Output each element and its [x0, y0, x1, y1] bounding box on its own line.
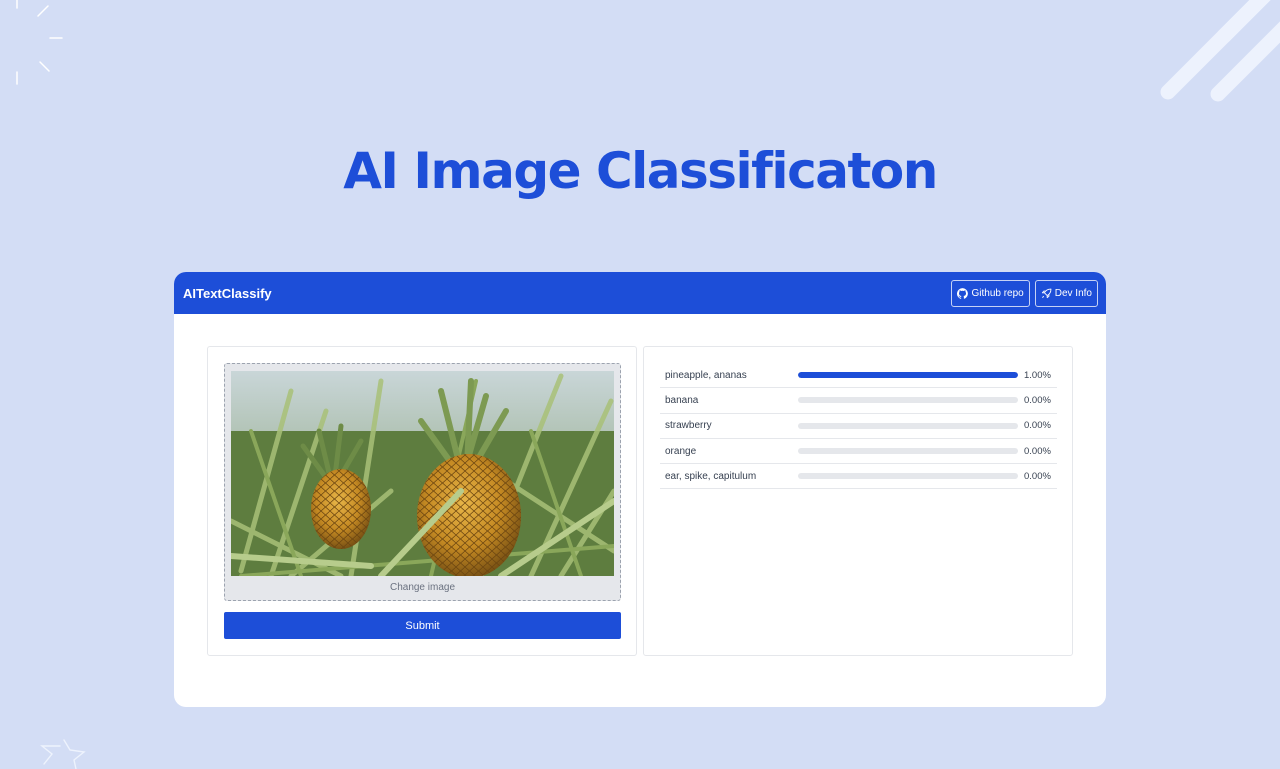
probability-bar	[798, 473, 1018, 480]
rocket-icon	[1041, 288, 1052, 298]
result-value: 0.00%	[1024, 445, 1051, 457]
result-value: 1.00%	[1024, 369, 1051, 381]
star-decoration-icon	[40, 739, 86, 769]
github-repo-button[interactable]: Github repo	[951, 279, 1030, 307]
result-value: 0.00%	[1024, 420, 1051, 432]
app-window: AITextClassify Github repo Dev Info Chan…	[174, 272, 1106, 707]
dev-info-label: Dev Info	[1054, 287, 1092, 299]
result-label: ear, spike, capitulum	[665, 470, 757, 482]
result-label: pineapple, ananas	[665, 369, 747, 381]
result-row: ear, spike, capitulum 0.00%	[660, 464, 1057, 490]
result-row: pineapple, ananas 1.00%	[660, 363, 1057, 389]
dev-info-button[interactable]: Dev Info	[1034, 279, 1098, 307]
results-panel: pineapple, ananas 1.00% banana 0.00% str…	[643, 346, 1073, 656]
hero-title: AI Image Classificaton	[343, 142, 938, 200]
app-header: AITextClassify Github repo Dev Info	[174, 272, 1106, 314]
sparkle-decoration-icon	[16, 0, 63, 85]
pineapple-image	[231, 371, 614, 576]
result-row: strawberry 0.00%	[660, 414, 1057, 439]
probability-bar-fill	[798, 372, 1018, 379]
result-value: 0.00%	[1024, 394, 1051, 406]
uploaded-image-pineapple	[231, 371, 614, 576]
results-list: pineapple, ananas 1.00% banana 0.00% str…	[660, 363, 1057, 490]
upload-panel: Change image Submit	[207, 346, 637, 656]
probability-bar	[798, 372, 1018, 379]
probability-bar	[798, 422, 1018, 429]
probability-bar	[798, 397, 1018, 404]
result-label: strawberry	[665, 420, 712, 432]
result-label: orange	[665, 445, 697, 457]
change-image-label[interactable]: Change image	[225, 582, 620, 593]
probability-bar	[798, 448, 1018, 455]
submit-button[interactable]: Submit	[224, 612, 621, 639]
github-icon	[957, 287, 969, 299]
result-row: banana 0.00%	[660, 388, 1057, 414]
header-actions: Github repo Dev Info	[951, 279, 1098, 307]
app-brand[interactable]: AITextClassify	[183, 286, 272, 301]
github-repo-label: Github repo	[971, 287, 1024, 299]
stripes-decoration-icon	[1160, 0, 1280, 102]
result-value: 0.00%	[1024, 470, 1051, 482]
image-dropzone[interactable]: Change image	[224, 363, 621, 601]
result-row: orange 0.00%	[660, 439, 1057, 465]
result-label: banana	[665, 394, 699, 406]
